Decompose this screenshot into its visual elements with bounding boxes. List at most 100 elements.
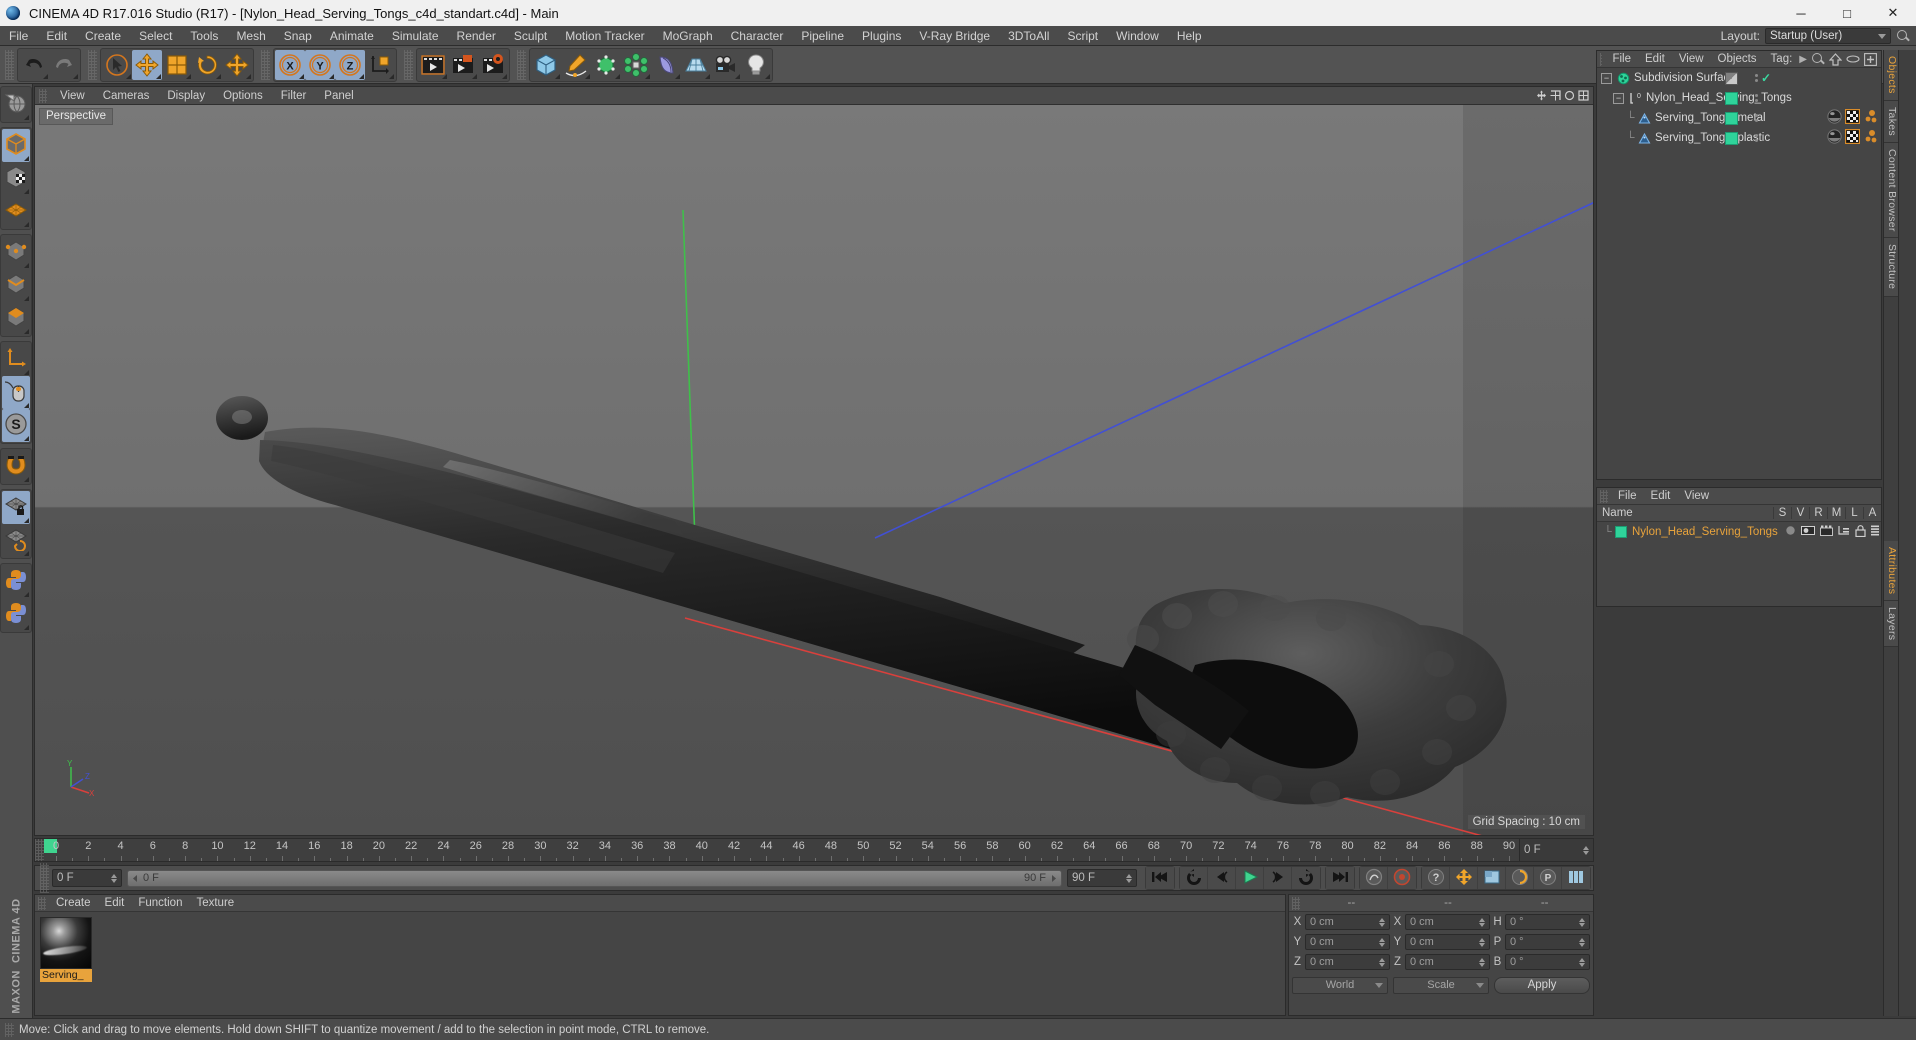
rotation-key-button[interactable]	[1478, 867, 1506, 889]
object-row[interactable]: − Subdivision Surface ✓	[1597, 68, 1881, 88]
size-mode-dropdown[interactable]: Scale	[1393, 976, 1489, 994]
object-menu-item-tag[interactable]: Tag:	[1764, 51, 1800, 68]
menu-item-motion-tracker[interactable]: Motion Tracker	[556, 26, 653, 46]
position-x-field[interactable]: 0 cm	[1305, 914, 1390, 930]
object-tree[interactable]: − Subdivision Surface ✓ −0 Nylon_Head_Servin…	[1597, 68, 1881, 479]
dropdown-corner-icon[interactable]	[472, 73, 477, 79]
dropdown-corner-icon[interactable]	[24, 370, 29, 375]
rotation-p-spinner[interactable]	[1579, 937, 1585, 947]
layer-column-m[interactable]: M	[1827, 507, 1845, 519]
layer-column-a[interactable]: A	[1863, 507, 1881, 519]
object-enable-box[interactable]	[1725, 131, 1738, 145]
edges-mode-button[interactable]	[2, 269, 30, 302]
size-y-spinner[interactable]	[1479, 937, 1485, 947]
position-z-spinner[interactable]	[1379, 957, 1385, 967]
layer-column-l[interactable]: L	[1845, 507, 1863, 519]
checker-texture-tag-icon[interactable]	[1844, 128, 1861, 147]
object-manager-grip[interactable]	[1600, 52, 1603, 66]
viewport-menu-grip[interactable]	[39, 88, 47, 103]
layer-color-swatch[interactable]	[1615, 526, 1627, 538]
material-menu-item-edit[interactable]: Edit	[98, 895, 132, 912]
rotate-button[interactable]	[192, 50, 222, 80]
menu-item-script[interactable]: Script	[1058, 26, 1107, 46]
dropdown-corner-icon[interactable]	[502, 73, 507, 79]
position-x-spinner[interactable]	[1379, 917, 1385, 927]
vtab-layers[interactable]: Layers	[1884, 601, 1899, 648]
menu-item-mesh[interactable]: Mesh	[227, 26, 274, 46]
dropdown-corner-icon[interactable]	[675, 73, 680, 79]
viewport-menu-item-filter[interactable]: Filter	[272, 87, 316, 105]
rotation-h-spinner[interactable]	[1579, 917, 1585, 927]
dropdown-corner-icon[interactable]	[246, 73, 251, 79]
workplane-button[interactable]	[2, 195, 30, 228]
material-menu-item-texture[interactable]: Texture	[189, 895, 241, 912]
layer-list[interactable]: └ Nylon_Head_Serving_Tongs	[1597, 522, 1881, 542]
material-list[interactable]: Serving_	[35, 912, 1285, 1015]
add-cube-button[interactable]	[531, 50, 561, 80]
viewport-move-icon[interactable]	[1536, 90, 1547, 101]
checker-texture-tag-icon[interactable]	[1844, 108, 1861, 127]
dropdown-corner-icon[interactable]	[735, 73, 740, 79]
dropdown-corner-icon[interactable]	[442, 73, 447, 79]
material-item[interactable]: Serving_	[40, 917, 92, 982]
layer-manager-icon[interactable]	[1838, 525, 1850, 539]
dropdown-corner-icon[interactable]	[156, 73, 161, 79]
add-scene-object-button[interactable]	[681, 50, 711, 80]
timeline-grip[interactable]	[35, 839, 44, 861]
record-active-objects-button[interactable]	[1360, 867, 1388, 889]
play-reverse-button[interactable]	[1180, 867, 1208, 889]
object-visibility-dots[interactable]	[1754, 134, 1759, 142]
menu-item-file[interactable]: File	[0, 26, 37, 46]
menu-item-sculpt[interactable]: Sculpt	[505, 26, 556, 46]
timeline-frame-spinner[interactable]	[1583, 845, 1589, 855]
coordinate-system-dropdown[interactable]: World	[1292, 976, 1388, 994]
menu-item-plugins[interactable]: Plugins	[853, 26, 910, 46]
dropdown-corner-icon[interactable]	[24, 477, 29, 482]
world-object-coordinate-button[interactable]	[365, 50, 395, 80]
add-camera-button[interactable]	[711, 50, 741, 80]
layer-render-clapper-icon[interactable]	[1820, 525, 1833, 539]
material-menu-item-create[interactable]: Create	[49, 895, 98, 912]
dropdown-corner-icon[interactable]	[24, 156, 29, 161]
keyframe-selection-button[interactable]	[1562, 867, 1590, 889]
transport-grip[interactable]	[40, 863, 49, 893]
size-z-field[interactable]: 0 cm	[1405, 954, 1490, 970]
size-x-field[interactable]: 0 cm	[1405, 914, 1490, 930]
dropdown-corner-icon[interactable]	[24, 551, 29, 556]
dropdown-corner-icon[interactable]	[24, 518, 29, 523]
vtab-objects[interactable]: Objects	[1884, 50, 1899, 101]
material-sphere-tag-icon[interactable]	[1827, 129, 1842, 147]
menu-item-v-ray-bridge[interactable]: V-Ray Bridge	[910, 26, 999, 46]
layer-manager-grip[interactable]	[1600, 489, 1608, 503]
object-row[interactable]: − 0 Nylon_Head_Serving_Tongs	[1597, 88, 1881, 108]
visibility-eye-icon[interactable]	[1846, 54, 1860, 64]
size-x-spinner[interactable]	[1479, 917, 1485, 927]
position-key-button[interactable]: ?	[1422, 867, 1450, 889]
go-to-start-button[interactable]	[1146, 867, 1174, 889]
timeline-ruler[interactable]: 0 2 4 6 8 10 12 14 16 18 20 22 24 26 28 30 32 34 36 38 40 42 4…	[44, 839, 1519, 861]
points-mode-button[interactable]	[2, 236, 30, 269]
layout-dropdown[interactable]: Startup (User)	[1765, 28, 1891, 44]
workplane-lock-button[interactable]	[2, 491, 30, 524]
end-frame-spinner[interactable]	[1126, 873, 1132, 883]
add-light-button[interactable]	[741, 50, 771, 80]
dropdown-corner-icon[interactable]	[24, 436, 29, 441]
coordinates-grip[interactable]	[1292, 896, 1300, 910]
go-up-icon[interactable]	[1829, 52, 1842, 66]
layer-column-s[interactable]: S	[1773, 507, 1791, 519]
vtab-structure[interactable]: Structure	[1884, 238, 1899, 297]
position-y-field[interactable]: 0 cm	[1305, 934, 1390, 950]
object-search-icon[interactable]	[1811, 52, 1825, 66]
menu-item-character[interactable]: Character	[722, 26, 793, 46]
dropdown-corner-icon[interactable]	[24, 592, 29, 597]
dropdown-corner-icon[interactable]	[24, 263, 29, 268]
model-mode-button[interactable]	[2, 129, 30, 162]
previous-frame-button[interactable]	[1208, 867, 1236, 889]
dropdown-corner-icon[interactable]	[24, 329, 29, 334]
toolbar-separator-grip[interactable]	[261, 49, 270, 80]
search-icon[interactable]	[1896, 29, 1910, 43]
dropdown-corner-icon[interactable]	[705, 73, 710, 79]
render-view-button[interactable]	[418, 50, 448, 80]
position-z-field[interactable]: 0 cm	[1305, 954, 1390, 970]
undo-button[interactable]	[19, 50, 49, 80]
